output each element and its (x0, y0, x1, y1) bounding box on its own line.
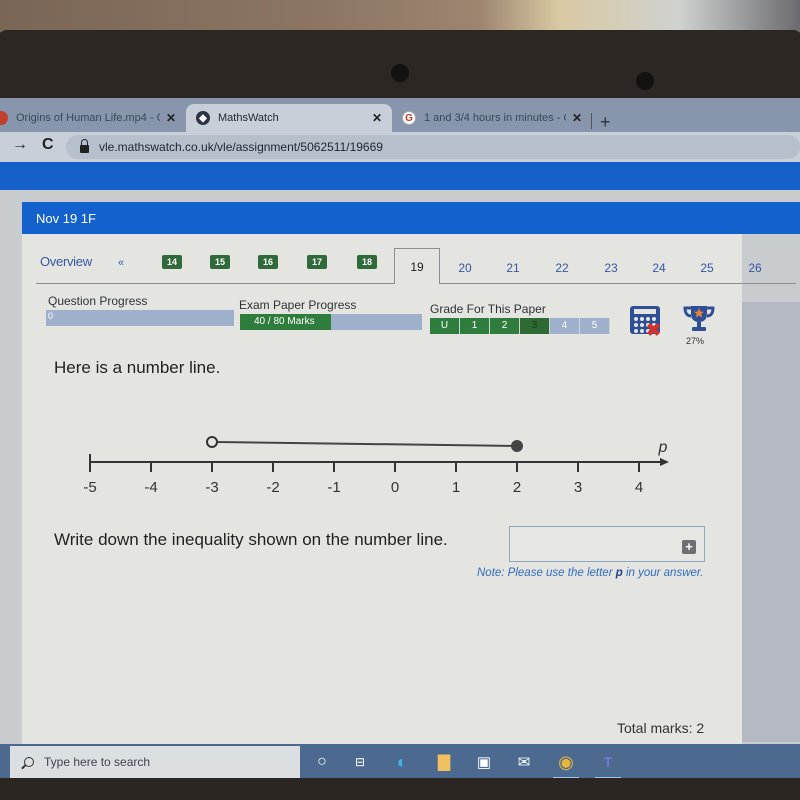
tick-label: 3 (574, 479, 582, 496)
question-16[interactable]: 16 (258, 255, 278, 269)
tick-label: -1 (327, 479, 340, 496)
trophy-percent: 27% (686, 336, 705, 346)
tick-label: -2 (266, 479, 279, 496)
taskbar: Type here to search ○ ⊟ ◐ ▇ ▣ ✉ ◉ T (0, 744, 800, 780)
background-room (0, 0, 800, 32)
question-24[interactable]: 24 (644, 261, 674, 275)
tab-google[interactable]: G 1 and 3/4 hours in minutes - Goo ✕ (392, 104, 592, 132)
question-progress-bar: 0 (46, 310, 234, 326)
tab-label: MathsWatch (218, 112, 279, 124)
question-progress-label: Question Progress (48, 294, 148, 308)
inequality-segment (216, 441, 518, 447)
previous-button[interactable]: « (118, 257, 124, 269)
axis-arrow (660, 458, 669, 466)
edge-icon[interactable]: ◐ (392, 752, 412, 772)
grade-bar: U 1 2 3 4 5 (430, 318, 610, 334)
grade-3: 3 (520, 318, 550, 334)
question-18[interactable]: 18 (357, 255, 377, 269)
question-17[interactable]: 17 (307, 255, 327, 269)
laptop-bottom-bezel (0, 778, 800, 800)
tab-strip: Origins of Human Life.mp4 - Goo ✕ ◆ Math… (0, 98, 800, 132)
sensor (636, 72, 654, 90)
webcam (391, 64, 409, 82)
insert-symbol-button[interactable]: + (682, 540, 696, 554)
tab-label: Origins of Human Life.mp4 - Goo (16, 112, 160, 124)
toolbar: → C vle.mathswatch.co.uk/vle/assignment/… (0, 132, 800, 162)
tab-mathswatch[interactable]: ◆ MathsWatch ✕ (186, 104, 392, 132)
tick-label: 4 (635, 479, 643, 496)
variable-label: p (658, 439, 668, 456)
file-explorer-icon[interactable]: ▇ (434, 752, 454, 772)
chrome-icon[interactable]: ◉ (556, 752, 576, 772)
red-favicon-icon (0, 111, 8, 125)
question-21[interactable]: 21 (498, 261, 528, 275)
question-progress-value: 0 (48, 311, 54, 321)
forward-button[interactable]: → (12, 136, 28, 154)
tick-label: 0 (391, 479, 399, 496)
close-icon[interactable]: ✕ (166, 111, 176, 125)
grade-label: Grade For This Paper (430, 302, 546, 316)
store-icon[interactable]: ▣ (474, 752, 494, 772)
answer-note: Note: Please use the letter p in your an… (477, 567, 704, 579)
total-marks: Total marks: 2 (617, 720, 705, 736)
screen: Origins of Human Life.mp4 - Goo ✕ ◆ Math… (0, 98, 800, 780)
question-26[interactable]: 26 (740, 261, 770, 275)
question-25[interactable]: 25 (692, 261, 722, 275)
number-line: -5 -4 -3 -2 -1 0 1 2 3 4 p (83, 436, 669, 496)
tab-label: 1 and 3/4 hours in minutes - Goo (424, 112, 566, 124)
close-icon[interactable]: ✕ (572, 111, 582, 125)
grade-u: U (430, 318, 460, 334)
question-22[interactable]: 22 (547, 261, 577, 275)
exam-progress-fill: 40 / 80 Marks (240, 314, 331, 330)
note-letter: p (615, 567, 623, 579)
trophy-icon (683, 306, 715, 331)
lock-icon (80, 139, 89, 153)
tick-label: -5 (83, 479, 96, 496)
mathswatch-icon: ◆ (196, 111, 210, 125)
grade-2: 2 (490, 318, 520, 334)
tab-separator (591, 113, 592, 129)
overview-link[interactable]: Overview (40, 254, 92, 269)
side-panel (742, 302, 800, 742)
close-icon[interactable]: ✕ (372, 111, 382, 125)
new-tab-button[interactable]: + (600, 112, 611, 133)
cortana-icon[interactable]: ○ (312, 752, 332, 772)
answer-input[interactable]: + (509, 526, 705, 562)
taskbar-search[interactable]: Type here to search (10, 746, 300, 778)
google-icon: G (402, 111, 416, 125)
question-20[interactable]: 20 (450, 261, 480, 275)
address-bar[interactable]: vle.mathswatch.co.uk/vle/assignment/5062… (66, 135, 800, 159)
search-placeholder: Type here to search (44, 755, 151, 769)
question-nav: Overview « 14 15 16 17 18 19 20 21 22 23… (36, 248, 800, 284)
search-icon (24, 757, 34, 767)
question-15[interactable]: 15 (210, 255, 230, 269)
task-view-icon[interactable]: ⊟ (350, 752, 370, 772)
closed-circle (511, 440, 523, 452)
question-23[interactable]: 23 (596, 261, 626, 275)
question-prompt: Write down the inequality shown on the n… (54, 530, 448, 549)
tick-label: -4 (144, 479, 157, 496)
grade-4: 4 (550, 318, 580, 334)
not-allowed-cross-icon: ✖ (646, 320, 662, 340)
grade-1: 1 (460, 318, 490, 334)
exam-progress-label: Exam Paper Progress (239, 298, 357, 312)
reload-button[interactable]: C (42, 136, 54, 154)
assignment-title: Nov 19 1F (22, 202, 800, 234)
question-intro: Here is a number line. (54, 358, 221, 377)
tab-origins[interactable]: Origins of Human Life.mp4 - Goo ✕ (0, 104, 186, 132)
teams-icon[interactable]: T (598, 752, 618, 772)
open-circle (206, 436, 218, 448)
grade-5: 5 (580, 318, 610, 334)
tick-label: 2 (513, 479, 521, 496)
tick-label: 1 (452, 479, 460, 496)
laptop-bezel (0, 30, 800, 102)
exam-progress-bar: 40 / 80 Marks (240, 314, 422, 330)
url-text: vle.mathswatch.co.uk/vle/assignment/5062… (99, 140, 383, 154)
tick-label: -3 (205, 479, 218, 496)
question-19-current[interactable]: 19 (394, 248, 440, 284)
question-14[interactable]: 14 (162, 255, 182, 269)
mail-icon[interactable]: ✉ (514, 752, 534, 772)
